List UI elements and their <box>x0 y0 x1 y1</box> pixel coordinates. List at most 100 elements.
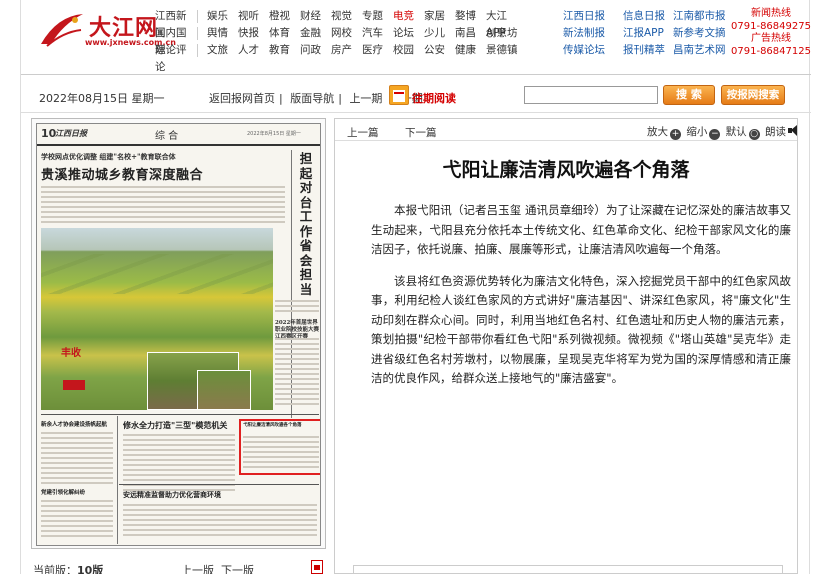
article-paragraph: 该县将红色资源优势转化为廉洁文化特色，深入挖掘党员干部中的红色家风故事，利用纪检… <box>371 273 791 386</box>
logo-swoosh-icon <box>41 14 83 47</box>
page-frame: 大江网 www.jxnews.com.cn 江西新闻 娱乐 视听 橙视 财经 视… <box>20 0 811 574</box>
paper-inset-photo[interactable] <box>197 370 251 410</box>
pdf-icon[interactable] <box>311 560 323 574</box>
nav-link[interactable]: 教育 <box>269 42 300 59</box>
search-site-button[interactable]: 按报网搜索 <box>721 85 785 105</box>
nav-link[interactable]: 电竞 <box>393 8 424 25</box>
paper-article-headline[interactable]: 修水全力打造"三型"模范机关 <box>123 420 239 431</box>
nav-link[interactable]: 快报 <box>238 25 269 42</box>
site-logo[interactable]: 大江网 www.jxnews.com.cn <box>37 8 176 52</box>
nav-link[interactable]: 舆情 <box>207 25 238 42</box>
nav-link[interactable]: 南昌 <box>455 25 486 42</box>
nav-link[interactable]: 创意坊 <box>486 25 526 42</box>
paper-text-block <box>41 186 285 226</box>
next-article-link[interactable]: 下一篇 <box>405 125 437 140</box>
paper-article-headline[interactable]: 新余人才协会建设扬帆起航 <box>41 420 115 428</box>
hotline-box: 新闻热线 0791-86849275 广告热线 0791-86847125 <box>731 8 811 58</box>
nav-link[interactable]: 公安 <box>424 42 455 59</box>
divider <box>21 74 811 75</box>
nav-media-col2: 信息日报 江报APP 报刊精萃 <box>623 8 665 59</box>
nav-link[interactable]: 少儿 <box>424 25 455 42</box>
prev-page-link[interactable]: 上一版 <box>181 564 214 574</box>
nav-media-link[interactable]: 信息日报 <box>623 8 665 25</box>
paper-right-column-headline[interactable]: 担起对台工作省会担当 <box>295 151 317 297</box>
reading-tools: 放大 + 缩小 − 默认 ○ 朗读 <box>647 124 800 140</box>
paper-kicker[interactable]: 学校网点优化调整 组建"名校+"教育联合体 <box>41 152 176 162</box>
zoom-out-label[interactable]: 缩小 <box>686 126 707 138</box>
nav-link[interactable]: 江西新闻 <box>155 8 195 39</box>
nav-link[interactable]: 汽车 <box>362 25 393 42</box>
nav-link[interactable]: 专题 <box>362 8 393 25</box>
main-nav: 江西新闻 娱乐 视听 橙视 财经 视觉 专题 电竞 家居 婺博 大江APP 国内… <box>155 8 595 73</box>
default-size-icon[interactable]: ○ <box>748 129 760 140</box>
hotline-number: 0791-86847125 <box>731 45 811 57</box>
nav-media-link[interactable]: 传媒论坛 <box>563 42 605 59</box>
selected-article-highlight[interactable] <box>239 419 320 475</box>
zoom-in-label[interactable]: 放大 <box>647 126 668 138</box>
hotline-label: 广告热线 <box>751 33 791 44</box>
nav-media-link[interactable]: 江西日报 <box>563 8 605 25</box>
zoom-out-icon[interactable]: − <box>709 129 721 140</box>
paper-section: 综 合 <box>155 131 179 142</box>
prev-article-link[interactable]: 上一篇 <box>347 125 379 140</box>
nav-link[interactable]: 视觉 <box>331 8 362 25</box>
calendar-icon <box>389 85 409 105</box>
prev-issue-link[interactable]: 上一期 <box>349 92 382 105</box>
read-aloud-label[interactable]: 朗读 <box>765 126 786 138</box>
nav-link[interactable]: 财经 <box>300 8 331 25</box>
nav-link[interactable]: 论坛 <box>393 25 424 42</box>
nav-media-link[interactable]: 新法制报 <box>563 25 605 42</box>
history-reading-button[interactable]: 往期阅读 <box>389 84 457 106</box>
nav-link[interactable]: 校园 <box>393 42 424 59</box>
paper-header: 10 江西日报 综 合 2022年8月15日 星期一 <box>37 124 320 146</box>
nav-media-link[interactable]: 江报APP <box>623 25 665 42</box>
zoom-in-icon[interactable]: + <box>670 129 681 140</box>
nav-row: 理论评论 文旅 人才 教育 问政 房产 医疗 校园 公安 健康 景德镇 <box>155 42 595 73</box>
page-nav: 上一版 下一版 <box>181 562 254 574</box>
default-size-label[interactable]: 默认 <box>726 126 747 138</box>
paper-harvest-badge: 丰收 <box>57 344 91 394</box>
nav-link[interactable]: 房产 <box>331 42 362 59</box>
nav-media-col1: 江西日报 新法制报 传媒论坛 <box>563 8 605 59</box>
nav-link[interactable]: 金融 <box>300 25 331 42</box>
nav-media-col3: 江南都市报 新参考文摘 昌南艺术网 <box>673 8 726 59</box>
speaker-icon[interactable] <box>788 125 800 136</box>
nav-link[interactable]: 文旅 <box>207 42 238 59</box>
nav-link[interactable]: 人才 <box>238 42 269 59</box>
current-page-label: 当前版： <box>33 564 77 574</box>
nav-link[interactable]: 医疗 <box>362 42 393 59</box>
hotline-label: 新闻热线 <box>751 8 791 19</box>
nav-link[interactable]: 体育 <box>269 25 300 42</box>
nav-link[interactable]: 家居 <box>424 8 455 25</box>
nav-media-link[interactable]: 昌南艺术网 <box>673 42 726 59</box>
paper-meta: 2022年8月15日 星期一 <box>247 131 301 137</box>
nav-link[interactable]: 国内国际 <box>155 25 195 56</box>
newspaper-page-image: 10 江西日报 综 合 2022年8月15日 星期一 学校网点优化调整 组建"名… <box>36 123 321 546</box>
nav-link[interactable]: 大江APP <box>486 8 526 39</box>
nav-link[interactable]: 问政 <box>300 42 331 59</box>
nav-link[interactable]: 橙视 <box>269 8 300 25</box>
nav-link[interactable]: 健康 <box>455 42 486 59</box>
nav-link[interactable]: 理论评论 <box>155 42 195 73</box>
nav-link[interactable]: 视听 <box>238 8 269 25</box>
paper-article-headline[interactable]: 党建引领化解纠纷 <box>41 488 115 496</box>
nav-link[interactable]: 婺博 <box>455 8 486 25</box>
toolbar: 2022年08月15日 星期一 返回报网首页| 版面导航| 上一期 下一期 往期… <box>21 82 811 108</box>
paper-headline[interactable]: 贵溪推动城乡教育深度融合 <box>41 164 203 183</box>
paper-article-headline[interactable]: 安远精准监督助力优化营商环境 <box>123 490 313 500</box>
nav-media-link[interactable]: 江南都市报 <box>673 8 726 25</box>
search-button[interactable]: 搜 索 <box>663 85 715 105</box>
nav-media-link[interactable]: 报刊精萃 <box>623 42 665 59</box>
nav-link[interactable]: 景德镇 <box>486 42 526 59</box>
nav-media-link[interactable]: 新参考文摘 <box>673 25 726 42</box>
next-page-link[interactable]: 下一版 <box>221 564 254 574</box>
home-link[interactable]: 返回报网首页 <box>209 92 275 105</box>
article-bottom-box <box>353 565 783 574</box>
article-paragraph: 本报弋阳讯（记者吕玉玺 通讯员章细玲）为了让深藏在记忆深处的廉洁故事又生动起来，… <box>371 203 791 256</box>
page-nav-link[interactable]: 版面导航 <box>290 92 334 105</box>
search-input[interactable] <box>524 86 658 104</box>
date-text: 2022年08月15日 星期一 <box>39 92 165 105</box>
nav-link[interactable]: 娱乐 <box>207 8 238 25</box>
article-panel: 上一篇 下一篇 放大 + 缩小 − 默认 ○ 朗读 弋阳让廉洁清风吹遍各个角落 本报弋… <box>334 118 798 574</box>
nav-link[interactable]: 网校 <box>331 25 362 42</box>
